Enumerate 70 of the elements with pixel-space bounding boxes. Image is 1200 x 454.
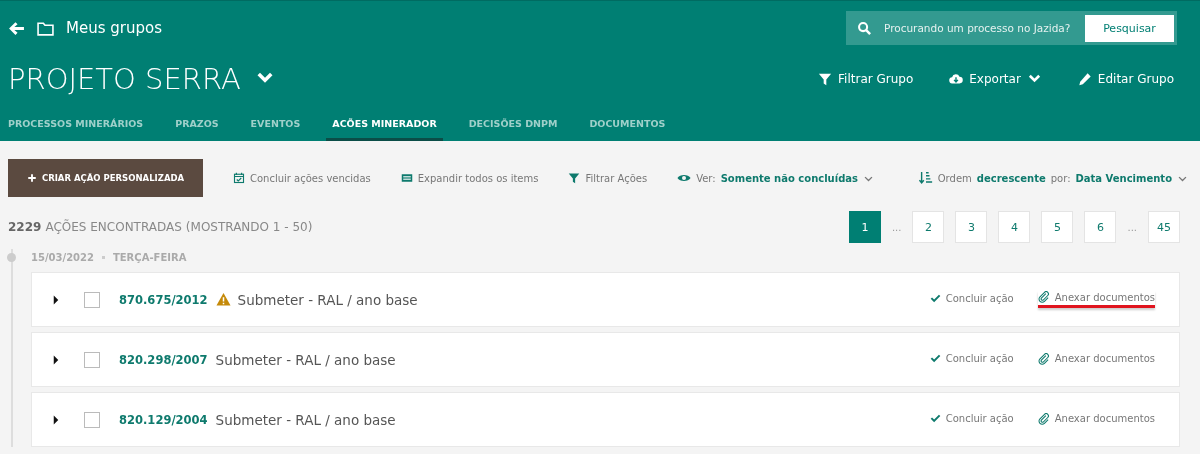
tab[interactable]: DECISÕES DNPM <box>468 108 558 141</box>
timeline-dot <box>7 253 16 262</box>
calendar-check-icon <box>233 172 245 184</box>
filter-icon <box>818 72 833 86</box>
action-title: Submeter - RAL / ano base <box>215 411 396 428</box>
page-button[interactable]: 45 <box>1148 211 1180 243</box>
page-button[interactable]: 2 <box>912 211 945 243</box>
attach-link[interactable]: Anexar documentos <box>1054 413 1155 424</box>
toolbar-link[interactable]: Expandir todos os items <box>417 172 539 184</box>
check-icon <box>929 353 941 364</box>
filter-icon <box>568 172 581 184</box>
filter-button[interactable]: Filtrar Grupo <box>838 72 914 86</box>
paperclip-icon <box>1037 291 1050 303</box>
checkbox[interactable] <box>84 411 100 428</box>
conclude-link[interactable]: Concluir ação <box>945 293 1014 304</box>
process-link[interactable]: 870.675/2012 <box>119 292 208 307</box>
folder-icon <box>37 19 54 37</box>
cloud-download-icon <box>949 72 964 86</box>
search-field[interactable]: Procurando um processo no Jazida? Pesquisar <box>846 11 1177 45</box>
process-link[interactable]: 820.129/2004 <box>119 412 208 427</box>
toolbar-link[interactable]: Concluir ações vencidas <box>250 172 371 184</box>
check-icon <box>929 293 941 304</box>
sort-descending-icon <box>918 171 933 185</box>
back-link[interactable]: Meus grupos <box>66 19 162 37</box>
plus-icon <box>26 173 37 183</box>
ellipsis: ... <box>1127 221 1137 233</box>
page-button[interactable]: 1 <box>848 211 881 243</box>
result-count: 2229 <box>8 220 42 234</box>
create-action-button[interactable]: CRIAR AÇÃO PERSONALIZADA <box>8 159 203 197</box>
list-icon <box>400 172 413 184</box>
tab[interactable]: EVENTOS <box>250 108 301 141</box>
attach-link[interactable]: Anexar documentos <box>1054 291 1155 303</box>
conclude-link[interactable]: Concluir ação <box>945 413 1014 424</box>
tab[interactable]: ACÕES MINERADOR <box>326 108 443 141</box>
tab[interactable]: DOCUMENTOS <box>589 108 666 141</box>
search-icon <box>857 20 872 36</box>
result-range: (MOSTRANDO 1 - 50) <box>185 220 313 234</box>
search-button[interactable]: Pesquisar <box>1085 14 1174 42</box>
order-label: Ordem <box>937 172 972 184</box>
group-title: PROJETO SERRA <box>8 62 241 96</box>
tab[interactable]: PRAZOS <box>175 108 219 141</box>
checkbox[interactable] <box>84 291 100 308</box>
action-title: Submeter - RAL / ano base <box>215 351 396 368</box>
group-date: 15/03/2022 <box>31 251 94 263</box>
view-dropdown[interactable]: Somente não concluídas <box>720 172 858 184</box>
toolbar-link[interactable]: Filtrar Ações <box>585 172 648 184</box>
action-title: Submeter - RAL / ano base <box>237 291 418 308</box>
view-label: Ver: <box>696 172 716 184</box>
page-button[interactable]: 5 <box>1041 211 1074 243</box>
paperclip-icon <box>1037 412 1050 425</box>
order-dropdown[interactable]: Data Vencimento <box>1075 172 1172 184</box>
group-weekday: TERÇA-FEIRA <box>112 251 187 263</box>
back-arrow-icon <box>8 19 25 37</box>
conclude-link[interactable]: Concluir ação <box>945 353 1014 364</box>
result-label: AÇÕES ENCONTRADAS <box>45 220 182 234</box>
page-button[interactable]: 6 <box>1084 211 1117 243</box>
export-button[interactable]: Exportar <box>969 72 1021 86</box>
order-direction[interactable]: decrescente <box>976 172 1046 184</box>
checkbox[interactable] <box>84 351 100 368</box>
page-button[interactable]: 4 <box>998 211 1031 243</box>
tab[interactable]: PROCESSOS MINERÁRIOS <box>8 108 144 141</box>
attach-link[interactable]: Anexar documentos <box>1054 353 1155 364</box>
order-by-label: por: <box>1050 172 1071 184</box>
edit-button[interactable]: Editar Grupo <box>1097 72 1174 86</box>
pencil-icon <box>1077 72 1092 86</box>
process-link[interactable]: 820.298/2007 <box>119 352 208 367</box>
paperclip-icon <box>1037 352 1050 365</box>
ellipsis: ... <box>891 221 902 233</box>
check-icon <box>929 413 941 424</box>
page-button[interactable]: 3 <box>955 211 988 243</box>
